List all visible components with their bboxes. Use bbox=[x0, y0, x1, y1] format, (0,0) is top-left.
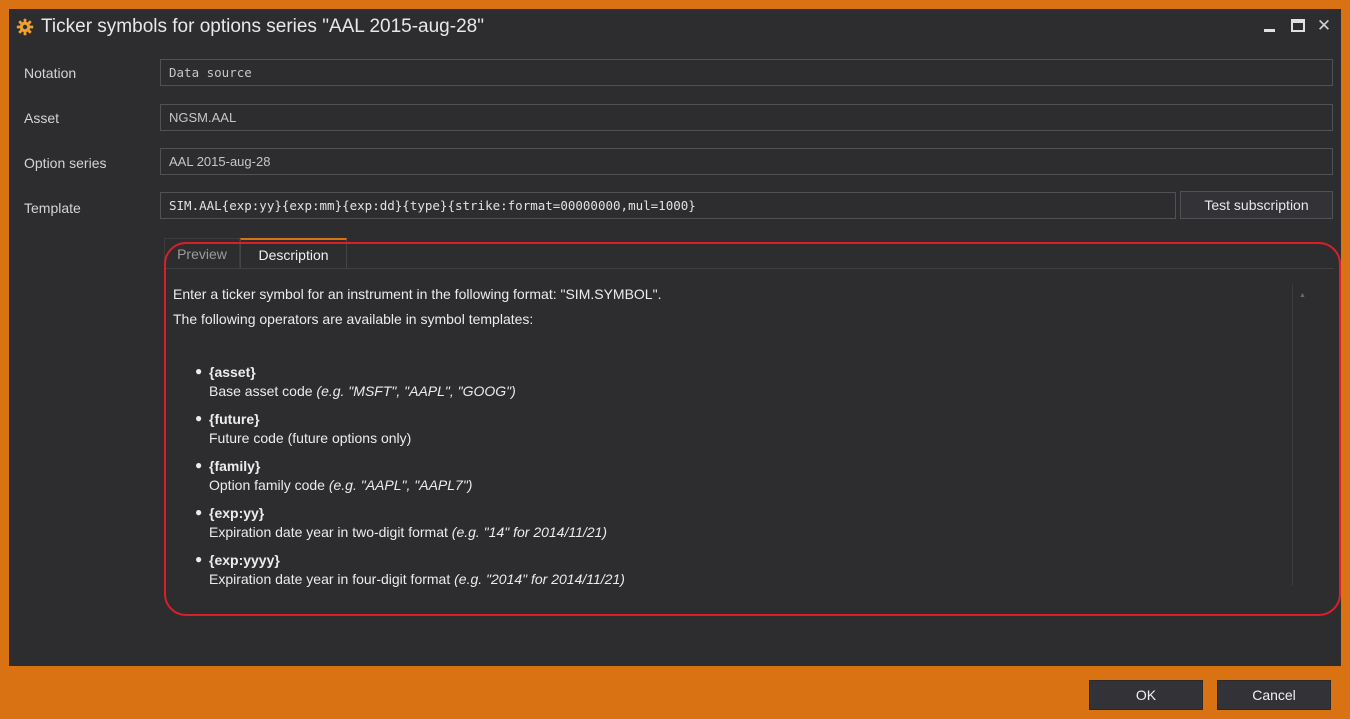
description-intro: Enter a ticker symbol for an instrument … bbox=[173, 286, 662, 302]
list-item: ● {family} Option family code (e.g. "AAP… bbox=[195, 458, 472, 493]
template-input[interactable]: SIM.AAL{exp:yy}{exp:mm}{exp:dd}{type}{st… bbox=[160, 192, 1176, 219]
operator-name: {future} bbox=[209, 411, 260, 427]
option-series-label: Option series bbox=[24, 155, 107, 171]
operator-description: Expiration date year in two-digit format… bbox=[209, 524, 607, 540]
operator-example: (e.g. "AAPL", "AAPL7") bbox=[328, 477, 473, 493]
operator-text: Base asset code bbox=[209, 383, 317, 399]
asset-label: Asset bbox=[24, 110, 60, 126]
title-bar[interactable]: Ticker symbols for options series "AAL 2… bbox=[9, 9, 1341, 47]
list-item: ● {exp:yyyy} Expiration date year in fou… bbox=[195, 552, 625, 587]
template-label: Template bbox=[24, 200, 81, 216]
bullet-icon: ● bbox=[195, 411, 203, 425]
close-icon[interactable]: ✕ bbox=[1314, 16, 1334, 36]
operator-name: {exp:yyyy} bbox=[209, 552, 280, 568]
operator-text: Expiration date year in four-digit forma… bbox=[209, 571, 455, 587]
description-panel: Enter a ticker symbol for an instrument … bbox=[173, 279, 1288, 589]
bullet-icon: ● bbox=[195, 364, 203, 378]
operator-text: Future code (future options only) bbox=[209, 430, 412, 446]
operator-text: Expiration date year in two-digit format bbox=[209, 524, 452, 540]
notation-field[interactable]: Data source bbox=[160, 59, 1333, 86]
operator-name: {asset} bbox=[209, 364, 256, 380]
cancel-button[interactable]: Cancel bbox=[1217, 680, 1331, 710]
window-title: Ticker symbols for options series "AAL 2… bbox=[41, 16, 484, 37]
tab-divider bbox=[164, 268, 1334, 269]
bullet-icon: ● bbox=[195, 552, 203, 566]
dialog-window: Ticker symbols for options series "AAL 2… bbox=[0, 0, 1350, 719]
ok-button[interactable]: OK bbox=[1089, 680, 1203, 710]
operator-name: {family} bbox=[209, 458, 261, 474]
operator-text: Option family code bbox=[209, 477, 329, 493]
operator-description: Expiration date year in four-digit forma… bbox=[209, 571, 625, 587]
option-series-field[interactable]: AAL 2015-aug-28 bbox=[160, 148, 1333, 175]
minimize-icon[interactable] bbox=[1260, 16, 1280, 36]
operator-example: (e.g. "14" for 2014/11/21) bbox=[451, 524, 608, 540]
vertical-scrollbar[interactable] bbox=[1292, 284, 1311, 586]
operator-description: Option family code (e.g. "AAPL", "AAPL7"… bbox=[209, 477, 472, 493]
tab-preview[interactable]: Preview bbox=[164, 238, 240, 268]
bullet-icon: ● bbox=[195, 505, 203, 519]
operator-example: (e.g. "MSFT", "AAPL", "GOOG") bbox=[316, 383, 516, 399]
operator-description: Base asset code (e.g. "MSFT", "AAPL", "G… bbox=[209, 383, 516, 399]
list-item: ● {asset} Base asset code (e.g. "MSFT", … bbox=[195, 364, 516, 399]
notation-label: Notation bbox=[24, 65, 77, 81]
asset-field[interactable]: NGSM.AAL bbox=[160, 104, 1333, 131]
maximize-icon[interactable] bbox=[1288, 16, 1308, 36]
test-subscription-button[interactable]: Test subscription bbox=[1180, 191, 1333, 219]
description-operators-intro: The following operators are available in… bbox=[173, 311, 534, 327]
scroll-up-icon[interactable]: ▲ bbox=[1299, 292, 1306, 299]
operator-example: (e.g. "2014" for 2014/11/21) bbox=[454, 571, 625, 587]
list-item: ● {future} Future code (future options o… bbox=[195, 411, 411, 446]
operator-name: {exp:yy} bbox=[209, 505, 265, 521]
gear-icon bbox=[16, 18, 34, 36]
operator-description: Future code (future options only) bbox=[209, 430, 411, 446]
bullet-icon: ● bbox=[195, 458, 203, 472]
list-item: ● {exp:yy} Expiration date year in two-d… bbox=[195, 505, 607, 540]
tab-description[interactable]: Description bbox=[240, 238, 347, 268]
